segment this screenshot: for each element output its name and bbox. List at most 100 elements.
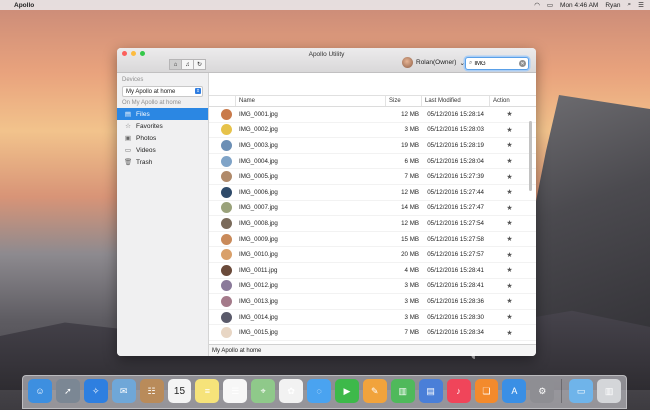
table-row[interactable]: IMG_0010.jpg 20 MB 05/12/2016 15:27:57 ★ — [209, 247, 536, 263]
notification-center-icon[interactable]: ☰ — [638, 1, 644, 9]
thumbnail-cell — [209, 280, 236, 292]
table-row[interactable]: IMG_0005.jpg 7 MB 05/12/2016 15:27:39 ★ — [209, 169, 536, 185]
contacts-icon[interactable]: ☷ — [139, 379, 164, 403]
file-name: IMG_0004.jpg — [239, 157, 278, 165]
table-row[interactable]: IMG_0006.jpg 12 MB 05/12/2016 15:27:44 ★ — [209, 185, 536, 201]
downloads-folder-icon[interactable]: ▭ — [569, 379, 594, 403]
favorite-star-icon[interactable]: ★ — [490, 219, 526, 227]
table-row[interactable]: IMG_0008.jpg 12 MB 05/12/2016 15:27:54 ★ — [209, 216, 536, 232]
sidebar-item-files[interactable]: ▤ Files — [117, 108, 208, 120]
thumbnail — [221, 311, 232, 323]
favorite-star-icon[interactable]: ★ — [490, 173, 526, 181]
table-row[interactable]: IMG_0013.jpg 3 MB 05/12/2016 15:28:36 ★ — [209, 294, 536, 310]
music-icon[interactable]: ♪ — [446, 379, 471, 403]
device-select[interactable]: My Apollo at home ⇕ — [122, 86, 203, 97]
dock-separator — [561, 379, 563, 403]
clock[interactable]: Mon 4:46 AM — [560, 2, 598, 9]
favorite-star-icon[interactable]: ★ — [490, 251, 526, 259]
file-modified: 05/12/2016 15:28:34 — [427, 329, 484, 337]
finder-icon[interactable]: ☺ — [28, 379, 52, 403]
facetime-icon[interactable]: ▶ — [334, 379, 359, 403]
table-row[interactable]: IMG_0004.jpg 6 MB 05/12/2016 15:28:04 ★ — [209, 154, 536, 170]
column-header-modified[interactable]: Last Modified — [422, 96, 490, 106]
doc-icon: ▤ — [124, 111, 132, 118]
file-size: 15 MB — [401, 235, 419, 243]
sidebar: Devices My Apollo at home ⇕ On My Apollo… — [117, 73, 209, 356]
photos-icon[interactable]: ✿ — [279, 379, 304, 403]
wifi-icon[interactable]: ◠ — [534, 1, 540, 9]
maps-icon[interactable]: ⌖ — [251, 379, 276, 403]
ibooks-icon[interactable]: ❏ — [474, 379, 499, 403]
sidebar-item-favorites[interactable]: ☆ Favorites — [117, 120, 208, 132]
thumbnail — [221, 171, 232, 183]
file-name: IMG_0006.jpg — [239, 188, 278, 196]
file-name: IMG_0009.jpg — [239, 235, 278, 243]
battery-icon[interactable]: ▭ — [547, 1, 553, 9]
column-header-name[interactable]: Name — [236, 96, 386, 106]
numbers-icon[interactable]: ▥ — [390, 379, 415, 403]
thumbnail — [221, 217, 232, 229]
table-row[interactable]: IMG_0009.jpg 15 MB 05/12/2016 15:27:58 ★ — [209, 232, 536, 248]
column-header-action: Action — [493, 98, 510, 104]
keynote-icon[interactable]: ▤ — [418, 379, 443, 403]
pages-icon[interactable]: ✎ — [362, 379, 387, 403]
messages-icon[interactable]: ◌ — [307, 379, 331, 403]
refresh-icon[interactable]: ↻ — [193, 59, 206, 70]
thumbnail-cell — [209, 124, 236, 136]
sidebar-item-photos[interactable]: ▣ Photos — [117, 132, 208, 144]
sidebar-item-trash[interactable]: 🗑 Trash — [117, 156, 208, 168]
search-input[interactable] — [474, 60, 515, 67]
file-size: 6 MB — [404, 157, 419, 165]
notes-icon[interactable]: ≡ — [195, 379, 220, 403]
table-row[interactable]: IMG_0002.jpg 3 MB 05/12/2016 15:28:03 ★ — [209, 123, 536, 139]
favorite-star-icon[interactable]: ★ — [490, 266, 526, 274]
favorite-star-icon[interactable]: ★ — [490, 204, 526, 212]
dock: ☺ ➚ ✧ ✉ ☷ 15 ≡ ☰ ⌖ ✿ ◌ ▶ ✎ ▥ ▤ ♪ ❏ A ⚙ ▭ ▥ — [22, 375, 627, 409]
user-menu-button[interactable]: Rolan(Owner) ⌄ — [402, 57, 465, 68]
app-menu[interactable]: Apollo — [14, 2, 34, 9]
reminders-icon[interactable]: ☰ — [223, 379, 248, 403]
clear-search-icon[interactable]: ✕ — [519, 60, 526, 67]
menu-bar: Apollo ◠ ▭ Mon 4:46 AM Ryan ⌕ ☰ — [0, 0, 650, 10]
table-row[interactable]: IMG_0011.jpg 4 MB 05/12/2016 15:28:41 ★ — [209, 263, 536, 279]
search-field[interactable]: ⌕ ✕ — [465, 57, 529, 70]
thumbnail — [221, 264, 232, 276]
file-modified: 05/12/2016 15:28:41 — [427, 266, 484, 274]
scrollbar[interactable] — [529, 121, 532, 191]
favorite-star-icon[interactable]: ★ — [490, 157, 526, 165]
sidebar-item-videos[interactable]: ▭ Videos — [117, 144, 208, 156]
table-row[interactable]: IMG_0007.jpg 14 MB 05/12/2016 15:27:47 ★ — [209, 201, 536, 217]
table-header: Name Size Last Modified Action — [209, 96, 536, 107]
column-header-size[interactable]: Size — [386, 96, 422, 106]
favorite-star-icon[interactable]: ★ — [490, 126, 526, 134]
table-row[interactable]: IMG_0001.jpg 12 MB 05/12/2016 15:28:14 ★ — [209, 107, 536, 123]
thumbnail-cell — [209, 155, 236, 167]
file-modified: 05/12/2016 15:28:36 — [427, 297, 484, 305]
app-store-icon[interactable]: A — [502, 379, 527, 403]
trash-icon[interactable]: ▥ — [597, 379, 622, 403]
safari-icon[interactable]: ✧ — [83, 379, 108, 403]
favorite-star-icon[interactable]: ★ — [490, 297, 526, 305]
favorite-star-icon[interactable]: ★ — [490, 313, 526, 321]
table-row[interactable]: IMG_0003.jpg 19 MB 05/12/2016 15:28:19 ★ — [209, 138, 536, 154]
mail-icon[interactable]: ✉ — [111, 379, 136, 403]
thumbnail — [221, 124, 232, 136]
table-row[interactable]: IMG_0014.jpg 3 MB 05/12/2016 15:28:30 ★ — [209, 310, 536, 326]
file-modified: 05/12/2016 15:27:54 — [427, 219, 484, 227]
user-menu[interactable]: Ryan — [605, 2, 620, 9]
launchpad-icon[interactable]: ➚ — [55, 379, 80, 403]
system-preferences-icon[interactable]: ⚙ — [530, 379, 555, 403]
table-row[interactable]: IMG_0012.jpg 3 MB 05/12/2016 15:28:41 ★ — [209, 279, 536, 295]
file-size: 4 MB — [404, 266, 419, 274]
favorite-star-icon[interactable]: ★ — [490, 188, 526, 196]
favorite-star-icon[interactable]: ★ — [490, 141, 526, 149]
favorite-star-icon[interactable]: ★ — [490, 329, 526, 337]
calendar-icon[interactable]: 15 — [167, 379, 192, 403]
thumbnail-cell — [209, 264, 236, 276]
table-row[interactable]: IMG_0015.jpg 7 MB 05/12/2016 15:28:34 ★ — [209, 325, 536, 341]
favorite-star-icon[interactable]: ★ — [490, 110, 526, 118]
thumbnail — [221, 327, 232, 339]
spotlight-icon[interactable]: ⌕ — [628, 1, 632, 9]
favorite-star-icon[interactable]: ★ — [490, 235, 526, 243]
favorite-star-icon[interactable]: ★ — [490, 282, 526, 290]
